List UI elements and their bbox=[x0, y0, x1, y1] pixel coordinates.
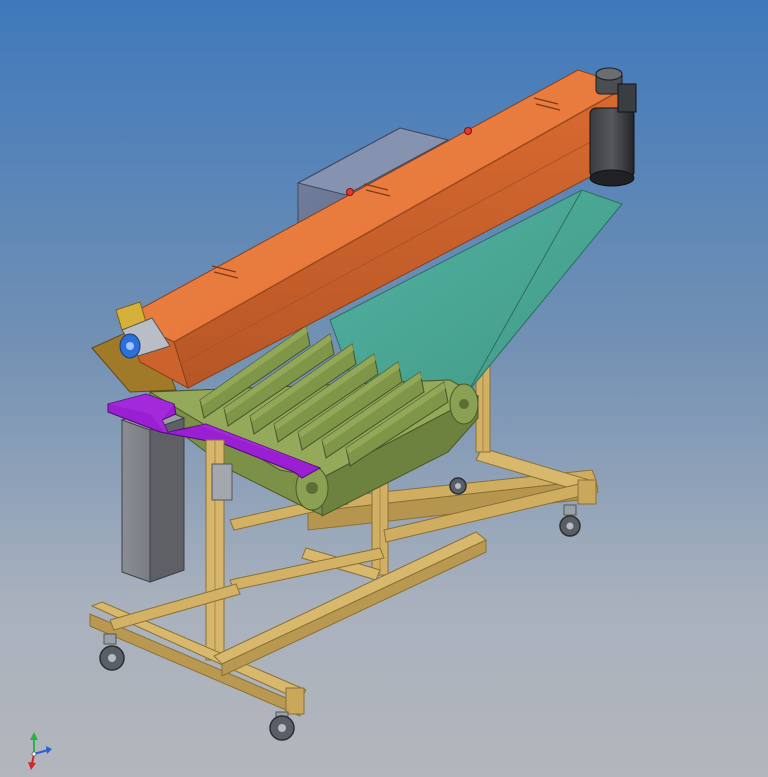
drive-motor-icon bbox=[589, 67, 637, 187]
axis-triad-icon[interactable] bbox=[20, 728, 60, 772]
conveyor-assembly-model[interactable] bbox=[0, 0, 768, 777]
caster-wheel-icon bbox=[449, 477, 467, 495]
caster-wheel-icon bbox=[559, 504, 581, 537]
caster-wheel-icon bbox=[269, 711, 295, 741]
cad-viewport[interactable] bbox=[0, 0, 768, 777]
